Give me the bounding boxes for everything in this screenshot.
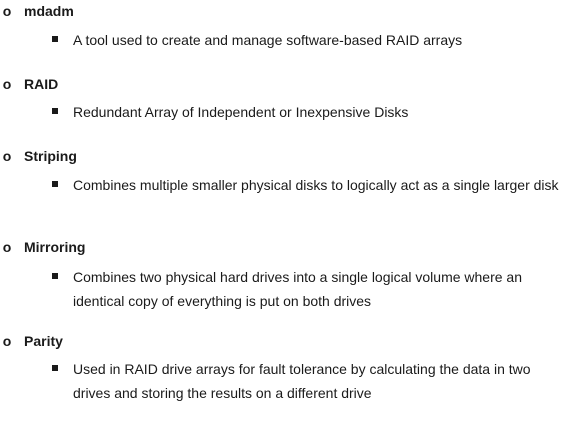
square-bullet-icon [52,36,58,42]
term-label: RAID [24,76,59,92]
term-label: mdadm [24,3,74,19]
term-label: Striping [24,148,77,164]
term-label: Mirroring [24,239,86,255]
definition-text: Used in RAID drive arrays for fault tole… [73,361,531,401]
square-bullet-icon [52,181,58,187]
definition-text: Combines two physical hard drives into a… [73,269,523,309]
square-bullet-icon [52,273,58,279]
hollow-circle-bullet-icon [2,336,12,346]
square-bullet-icon [52,365,58,371]
definition-item-mdadm: A tool used to create and manage softwar… [52,28,562,52]
definition-item-striping: Combines multiple smaller physical disks… [52,173,562,197]
glossary-document: mdadm A tool used to create and manage s… [0,0,571,424]
definition-text: Combines multiple smaller physical disks… [73,177,559,193]
hollow-circle-bullet-icon [2,6,12,16]
definition-item-mirroring: Combines two physical hard drives into a… [52,265,562,313]
term-item-raid: RAID [0,74,58,94]
definition-text: Redundant Array of Independent or Inexpe… [73,104,409,120]
hollow-circle-bullet-icon [2,242,12,252]
term-item-mdadm: mdadm [0,1,74,21]
term-item-mirroring: Mirroring [0,237,85,257]
term-label: Parity [24,333,63,349]
term-item-striping: Striping [0,146,77,166]
definition-item-parity: Used in RAID drive arrays for fault tole… [52,357,562,405]
definition-item-raid: Redundant Array of Independent or Inexpe… [52,100,562,124]
square-bullet-icon [52,108,58,114]
hollow-circle-bullet-icon [2,79,12,89]
term-item-parity: Parity [0,331,63,351]
definition-text: A tool used to create and manage softwar… [73,32,463,48]
hollow-circle-bullet-icon [2,151,12,161]
